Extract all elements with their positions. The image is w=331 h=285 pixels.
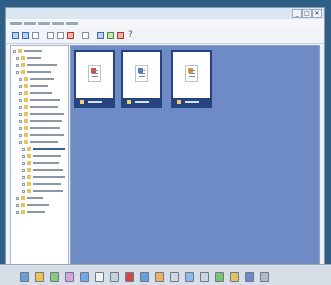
- file-thumbnail[interactable]: [121, 50, 162, 108]
- file-type-icon: [177, 100, 181, 104]
- music-icon[interactable]: [65, 272, 74, 282]
- chat-icon[interactable]: [125, 272, 134, 282]
- document-icon: [185, 65, 198, 82]
- delete-icon[interactable]: [67, 32, 74, 39]
- web-icon[interactable]: [80, 272, 89, 282]
- tree-item[interactable]: [13, 182, 68, 187]
- maximize-button[interactable]: □: [302, 9, 312, 18]
- file-label: [173, 98, 210, 106]
- tree-item[interactable]: [13, 189, 68, 194]
- back-icon[interactable]: [12, 32, 19, 39]
- network-icon[interactable]: [260, 272, 269, 282]
- menu-item[interactable]: [24, 20, 36, 26]
- folder-tree[interactable]: [10, 45, 69, 270]
- tree-item[interactable]: [13, 112, 68, 117]
- tree-item[interactable]: [13, 56, 68, 61]
- tree-item[interactable]: [13, 210, 68, 215]
- settings-icon[interactable]: [110, 272, 119, 282]
- paste-icon[interactable]: [57, 32, 64, 39]
- refresh-icon[interactable]: [107, 32, 114, 39]
- tree-item[interactable]: [13, 63, 68, 68]
- image-icon[interactable]: [50, 272, 59, 282]
- media-icon[interactable]: [185, 272, 194, 282]
- tree-item[interactable]: [13, 196, 68, 201]
- game-icon[interactable]: [215, 272, 224, 282]
- menu-item[interactable]: [66, 20, 78, 26]
- file-manager-window: _ □ ✕ ?: [5, 7, 325, 281]
- stop-icon[interactable]: [117, 32, 124, 39]
- tree-item[interactable]: [13, 84, 68, 89]
- globe-icon[interactable]: [140, 272, 149, 282]
- tree-item[interactable]: [13, 175, 68, 180]
- file-thumbnail[interactable]: [171, 50, 212, 108]
- file-label: [123, 98, 160, 106]
- tree-item[interactable]: [13, 91, 68, 96]
- tree-item-selected[interactable]: [12, 146, 68, 152]
- tree-item[interactable]: [13, 154, 68, 159]
- help-icon[interactable]: ?: [128, 30, 133, 40]
- volume-icon[interactable]: [245, 272, 254, 282]
- tree-item[interactable]: [13, 133, 68, 138]
- tree-item[interactable]: [13, 161, 68, 166]
- note-icon[interactable]: [200, 272, 209, 282]
- menu-item[interactable]: [10, 20, 22, 26]
- file-type-icon: [80, 100, 84, 104]
- menu-item[interactable]: [38, 20, 50, 26]
- start-icon[interactable]: [20, 272, 29, 282]
- minimize-button[interactable]: _: [292, 9, 302, 18]
- tree-item[interactable]: [13, 105, 68, 110]
- tree-item[interactable]: [13, 98, 68, 103]
- tree-item[interactable]: [13, 126, 68, 131]
- taskbar: [0, 264, 331, 285]
- document-icon: [135, 65, 148, 82]
- clock-icon[interactable]: [230, 272, 239, 282]
- tools-icon[interactable]: [155, 272, 164, 282]
- file-label: [76, 98, 113, 106]
- tree-item[interactable]: [13, 203, 68, 208]
- tree-item[interactable]: [13, 168, 68, 173]
- close-button[interactable]: ✕: [312, 9, 322, 18]
- tree-item[interactable]: [13, 140, 68, 145]
- file-type-icon: [127, 100, 131, 104]
- search-icon[interactable]: [97, 32, 104, 39]
- folder-icon[interactable]: [35, 272, 44, 282]
- tree-item[interactable]: [13, 119, 68, 124]
- menu-item[interactable]: [52, 20, 64, 26]
- file-thumbnail[interactable]: [74, 50, 115, 108]
- mail-icon[interactable]: [95, 272, 104, 282]
- document-icon: [88, 65, 101, 82]
- copy-icon[interactable]: [47, 32, 54, 39]
- tree-item[interactable]: [13, 77, 68, 82]
- forward-icon[interactable]: [22, 32, 29, 39]
- toolbar: ?: [6, 29, 324, 44]
- tree-item[interactable]: [13, 70, 68, 75]
- file-view[interactable]: [70, 45, 320, 270]
- properties-icon[interactable]: [82, 32, 89, 39]
- tree-item[interactable]: [13, 49, 68, 54]
- up-icon[interactable]: [32, 32, 39, 39]
- camera-icon[interactable]: [170, 272, 179, 282]
